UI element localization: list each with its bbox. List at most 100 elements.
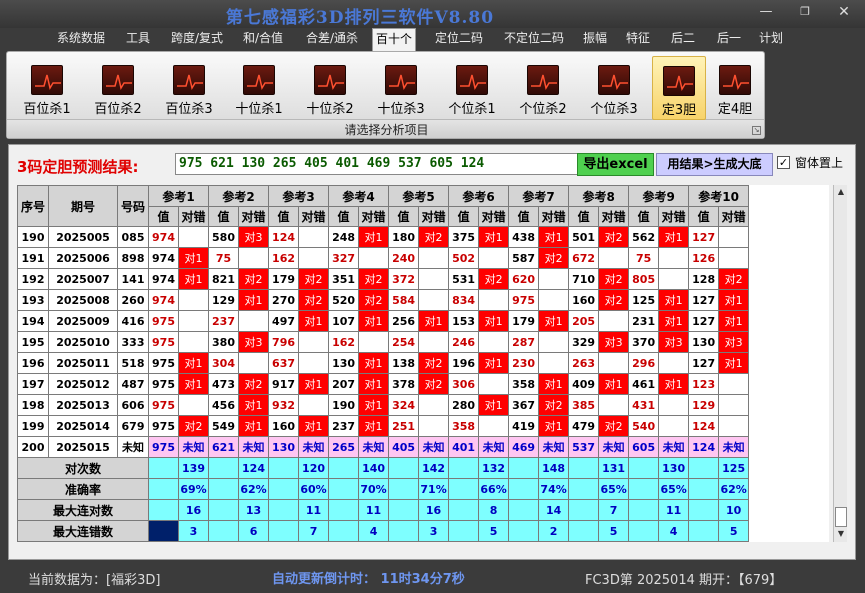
chart-icon [456,65,488,95]
result-cell: 对1 [177,247,210,269]
scroll-down-icon[interactable]: ▼ [835,528,847,540]
header-ref: 参考10 [688,185,750,207]
menu-item-8[interactable]: 振幅 [578,28,612,50]
predicted-value-cell: 124 [688,436,720,458]
table-row[interactable]: 194 2025009 416 975 237 497 对1 107 对1 256 对1 153 对1 1… [17,310,750,332]
value-cell: 251 [388,415,420,437]
header-result: 对错 [177,206,210,227]
ribbon-button-6[interactable]: 个位杀1 [439,56,505,120]
ribbon-button-8[interactable]: 个位杀3 [581,56,647,120]
menu-item-6[interactable]: 定位二码 [430,28,488,50]
minimize-icon[interactable]: — [752,2,780,22]
result-cell: 对2 [358,289,390,311]
table-row[interactable]: 191 2025006 898 974 对1 75 162 327 240 502 587 对2 672… [17,247,750,269]
table-row[interactable]: 196 2025011 518 975 对1 304 637 130 对1 138 对2 196 对1 2… [17,352,750,374]
result-cell: 对2 [598,289,630,311]
stats-value-cell: 11 [358,499,390,521]
table-row[interactable]: 193 2025008 260 974 129 对1 270 对2 520 对2 584 834 975… [17,289,750,311]
ribbon-button-label: 个位杀3 [590,102,638,117]
table-row[interactable]: 199 2025014 679 975 对2 549 对1 160 对1 237 对1 251 358 4… [17,415,750,437]
ribbon-button-7[interactable]: 个位杀2 [510,56,576,120]
stats-spacer-cell [688,457,720,479]
value-cell: 75 [628,247,660,269]
result-cell [238,310,270,332]
value-cell: 796 [268,331,300,353]
menu-item-4[interactable]: 合差/通杀 [302,28,362,50]
stats-spacer-cell [448,499,480,521]
unknown-result-cell: 未知 [298,436,330,458]
prediction-row[interactable]: 200 2025015 未知 975 未知 621 未知 130 未知 265 未知 405 未知 401… [17,436,750,458]
ribbon-button-3[interactable]: 十位杀1 [226,56,292,120]
stats-value-cell: 148 [538,457,570,479]
stats-spacer-cell [628,457,660,479]
menu-item-11[interactable]: 后一 [711,28,747,50]
result-cell: 对2 [538,247,570,269]
generate-base-button[interactable]: 用结果>生成大底 [656,153,773,176]
close-icon[interactable]: ✕ [830,2,858,22]
stats-row: 最大连对数 16 13 11 11 16 8 14 7 11 10 [17,499,750,521]
prediction-result-field[interactable]: 975 621 130 265 405 401 469 537 605 124 [175,153,585,175]
result-cell: 对2 [298,289,330,311]
menu-bar: 系统数据 工具 跨度/复式 和/合值 合差/通杀 百十个 定位二码 不定位二码 振幅 特征 后二 后一… [0,28,865,51]
stats-spacer-cell [448,520,480,542]
dialog-launcher-icon[interactable]: ↘ [752,126,761,135]
ribbon-button-2[interactable]: 百位杀3 [156,56,222,120]
ribbon-button-0[interactable]: 百位杀1 [14,56,80,120]
result-cell: 对1 [358,415,390,437]
menu-item-3[interactable]: 和/合值 [240,28,286,50]
value-cell: 438 [508,226,540,248]
value-cell: 129 [208,289,240,311]
value-cell: 431 [628,394,660,416]
row-seq: 195 [17,331,49,353]
scroll-thumb[interactable] [835,507,847,527]
menu-item-5[interactable]: 百十个 [372,28,416,51]
value-cell: 237 [208,310,240,332]
menu-item-2[interactable]: 跨度/复式 [166,28,228,50]
table-row[interactable]: 195 2025010 333 975 380 对3 796 162 254 246 287 329 对… [17,331,750,353]
result-cell [538,289,570,311]
result-cell [298,226,330,248]
result-cell: 对2 [598,415,630,437]
table-row[interactable]: 198 2025013 606 975 456 对1 932 190 对1 324 280 对1 367… [17,394,750,416]
ribbon-button-1[interactable]: 百位杀2 [85,56,151,120]
table-row[interactable]: 197 2025012 487 975 对1 473 对2 917 对1 207 对1 378 对2 30… [17,373,750,395]
menu-item-10[interactable]: 后二 [667,28,699,50]
result-cell: 对1 [358,352,390,374]
value-cell: 975 [148,373,179,395]
row-code: 未知 [117,436,149,458]
result-cell: 对1 [177,352,210,374]
result-cell: 对1 [177,373,210,395]
ribbon-button-label: 个位杀1 [448,102,496,117]
row-seq: 190 [17,226,49,248]
value-cell: 540 [628,415,660,437]
stats-spacer-cell [208,520,240,542]
stats-row: 对次数 139 124 120 140 142 132 148 131 130 125 [17,457,750,479]
restore-icon[interactable]: ❐ [791,2,819,22]
value-cell: 975 [148,331,179,353]
export-excel-button[interactable]: 导出excel [577,153,654,176]
value-cell: 125 [628,289,660,311]
result-cell: 对1 [418,310,450,332]
ribbon-button-label: 定3胆 [661,103,697,118]
vertical-scrollbar[interactable]: ▲ ▼ [833,185,847,542]
table-row[interactable]: 192 2025007 141 974 对1 821 对2 179 对2 351 对2 372 531 对… [17,268,750,290]
ribbon-button-4[interactable]: 十位杀2 [297,56,363,120]
stats-value-cell: 4 [658,520,690,542]
row-seq: 196 [17,352,49,374]
menu-item-7[interactable]: 不定位二码 [498,28,570,50]
ribbon-button-10[interactable]: 定4胆 [710,56,760,120]
value-cell: 287 [508,331,540,353]
menu-item-0[interactable]: 系统数据 [50,28,112,50]
ribbon-button-5[interactable]: 十位杀3 [368,56,434,120]
unknown-result-cell: 未知 [538,436,570,458]
result-cell [718,226,750,248]
value-cell: 179 [508,310,540,332]
table-row[interactable]: 190 2025005 085 974 580 对3 124 248 对1 180 对2 375 对1 4… [17,226,750,248]
menu-item-9[interactable]: 特征 [620,28,656,50]
update-countdown: 自动更新倒计时： 11时34分7秒 [272,572,465,587]
topmost-checkbox[interactable]: ✓ [777,156,790,169]
menu-item-1[interactable]: 工具 [120,28,156,50]
menu-item-12[interactable]: 计划 [755,28,787,50]
ribbon-button-9[interactable]: 定3胆 [652,56,706,120]
scroll-up-icon[interactable]: ▲ [835,186,847,198]
